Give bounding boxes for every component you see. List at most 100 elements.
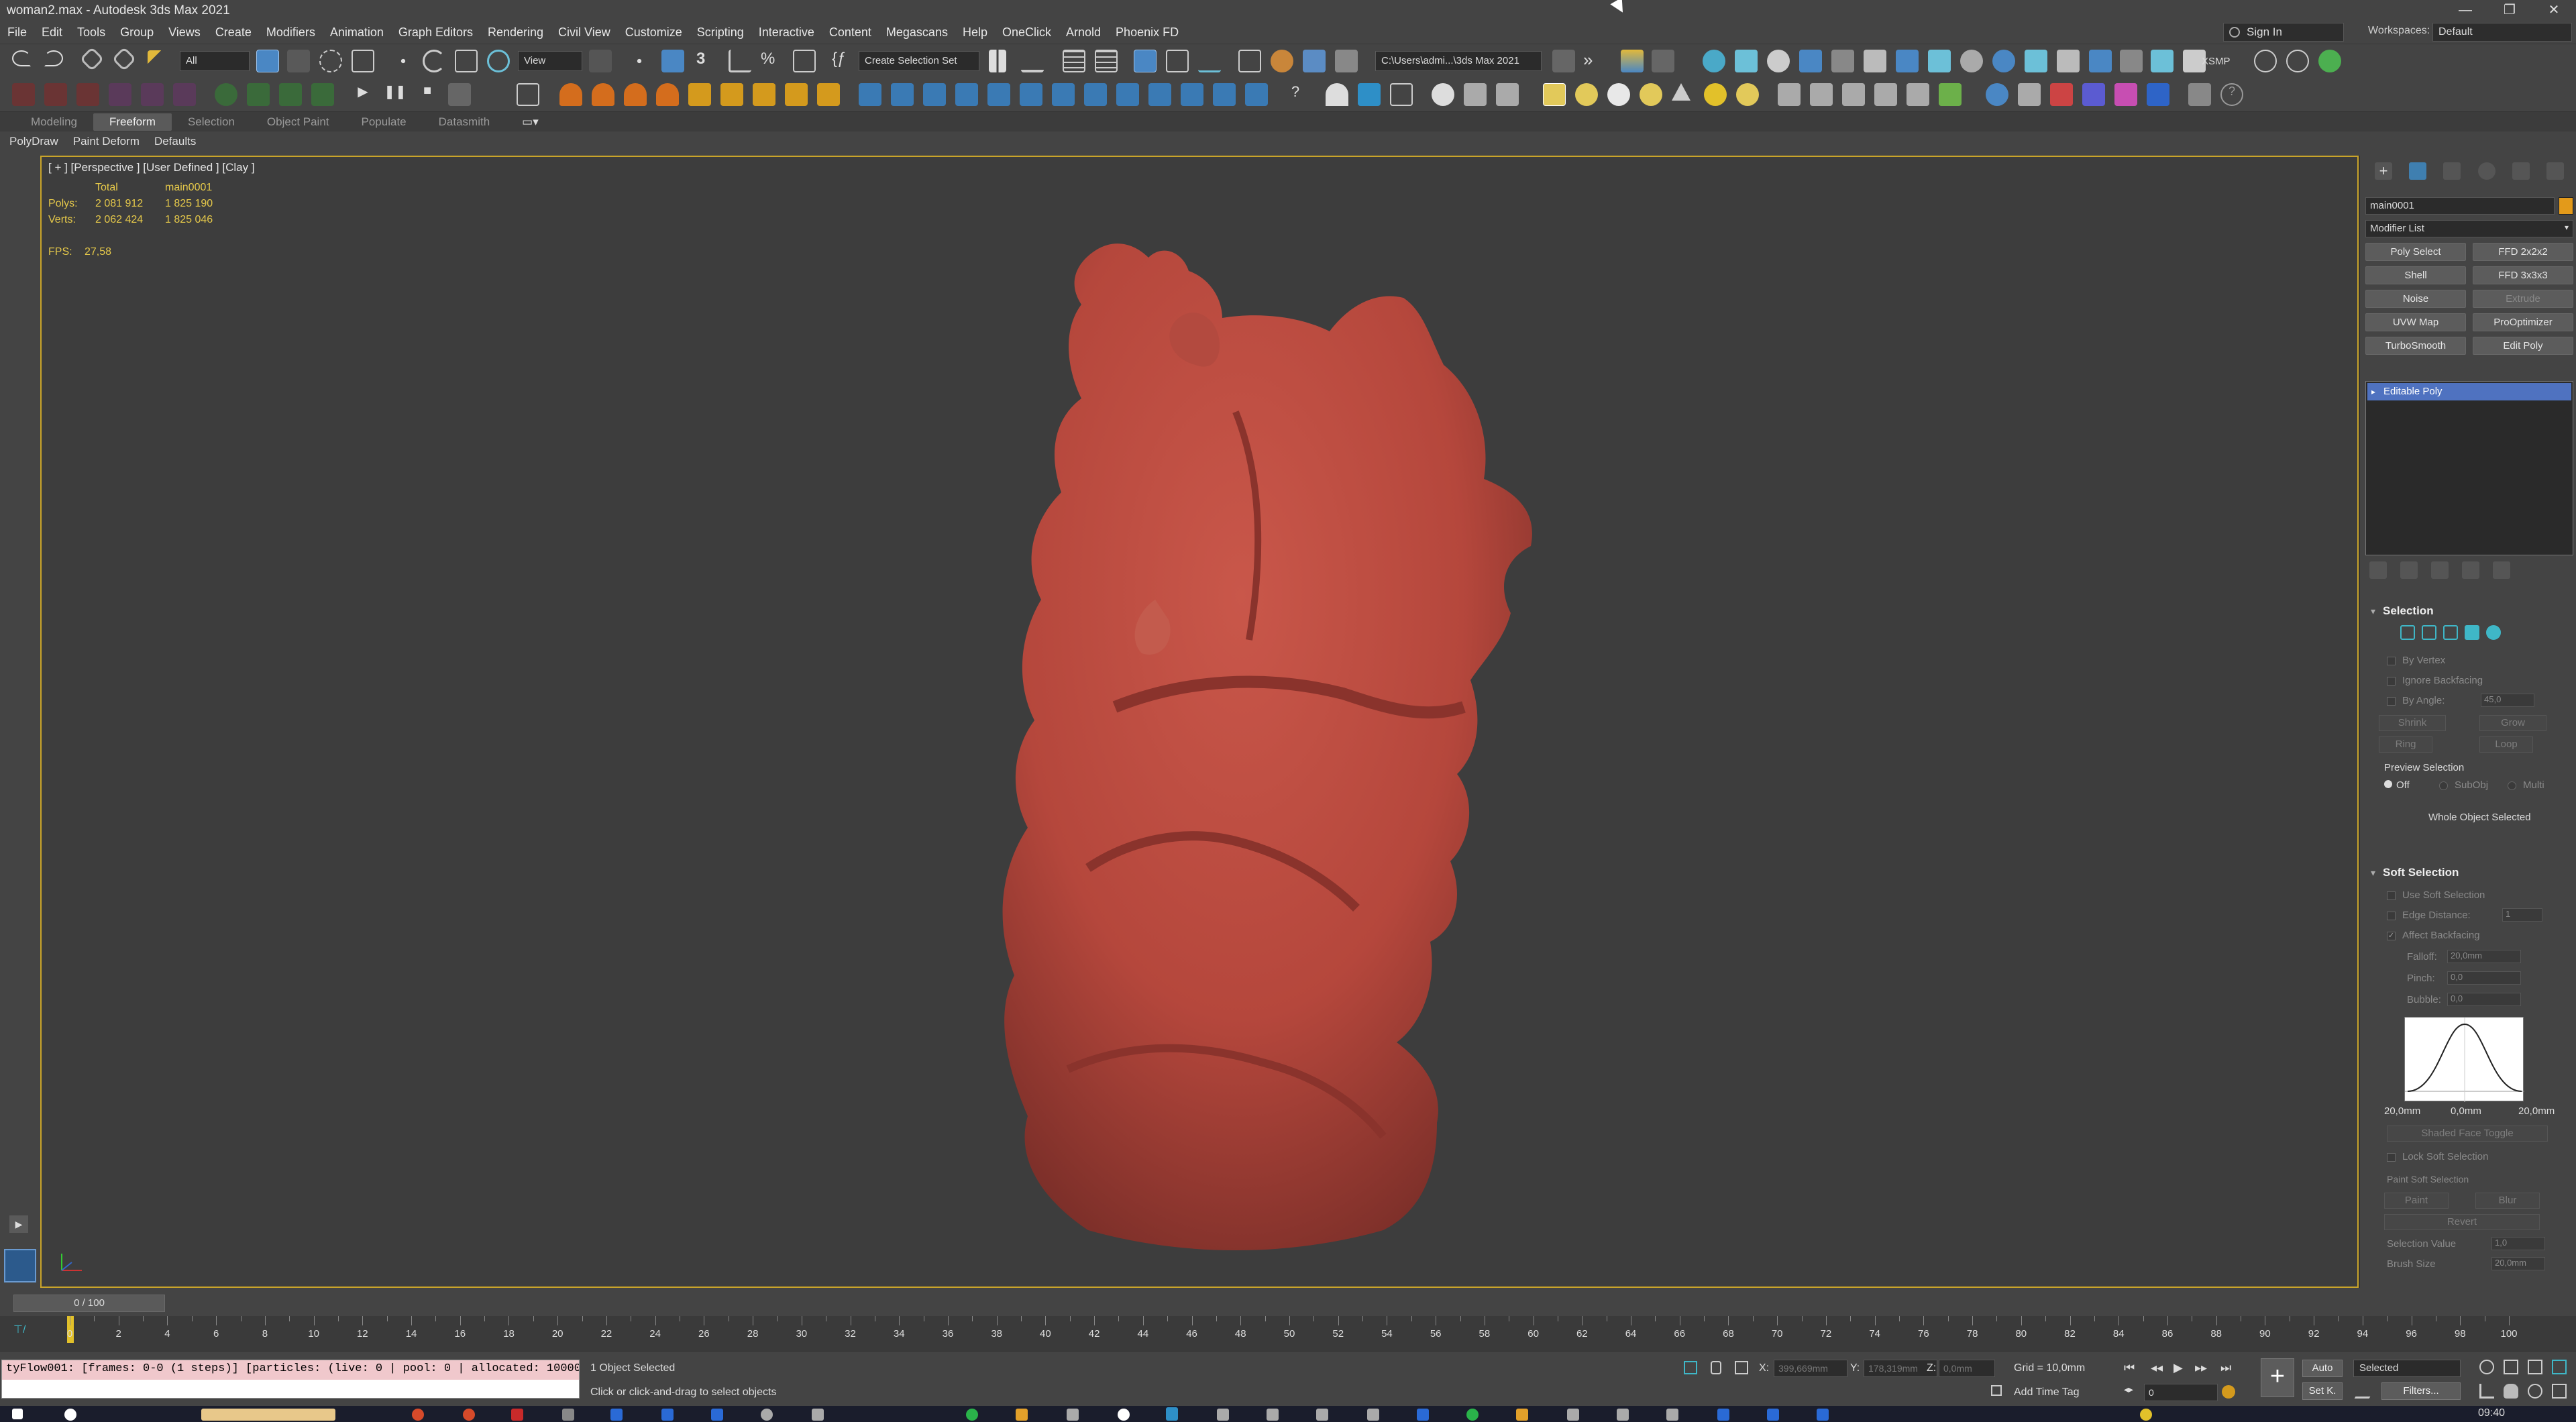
next-frame-icon[interactable]: ▸▸: [2195, 1361, 2207, 1375]
grid-object-icon[interactable]: [1464, 83, 1487, 106]
project-folder-dropdown[interactable]: C:\Users\admi...\3ds Max 2021: [1375, 51, 1542, 71]
scale-snap-icon[interactable]: [279, 83, 302, 106]
viewport-layout-icon[interactable]: [4, 1249, 36, 1282]
stack-item-editable-poly[interactable]: ▸ Editable Poly: [2367, 383, 2571, 400]
menu-phoenix-fd[interactable]: Phoenix FD: [1108, 25, 1186, 40]
tray-icon[interactable]: [2140, 1409, 2152, 1421]
move-icon[interactable]: [392, 50, 415, 72]
preview-icon[interactable]: [1358, 83, 1381, 106]
info-icon[interactable]: ?: [2220, 83, 2243, 106]
window-crossing-icon[interactable]: [352, 50, 374, 72]
tyflow-icon-4[interactable]: [1213, 83, 1236, 106]
by-vertex-checkbox[interactable]: By Vertex: [2387, 655, 2445, 666]
ring-button[interactable]: Ring: [2379, 736, 2432, 753]
ffd-2x2x2-button[interactable]: FFD 2x2x2: [2473, 243, 2573, 261]
pinch-spinner[interactable]: 0,0: [2447, 971, 2521, 985]
app-icon-21[interactable]: [1516, 1409, 1528, 1421]
overflow-icon[interactable]: »: [1583, 50, 1606, 72]
edge-distance-checkbox[interactable]: Edge Distance:: [2387, 910, 2471, 921]
ribbon-defaults[interactable]: Defaults: [154, 135, 211, 148]
scatter-icon[interactable]: [1842, 83, 1865, 106]
reference-coordinate-dropdown[interactable]: View: [518, 51, 582, 71]
ribbon-options-icon[interactable]: ▭▾: [506, 113, 555, 131]
select-object-icon[interactable]: [256, 50, 279, 72]
default-in-out-tangents-icon[interactable]: [2354, 1384, 2378, 1399]
shader-icon[interactable]: [2082, 83, 2105, 106]
proxy-icon[interactable]: [1928, 50, 1951, 72]
by-angle-spinner[interactable]: 45,0: [2481, 694, 2534, 707]
snaps-toggle-icon[interactable]: 3: [696, 50, 719, 72]
phoenix-smoke-icon[interactable]: [592, 83, 614, 106]
teapot-primitive-icon[interactable]: [1640, 83, 1662, 106]
ribbon-polydraw[interactable]: PolyDraw: [9, 135, 73, 148]
falloff-spinner[interactable]: 20,0mm: [2447, 950, 2521, 963]
mass-fx-icon[interactable]: [44, 83, 67, 106]
menu-create[interactable]: Create: [208, 25, 259, 40]
tyflow-slicer-icon[interactable]: [1084, 83, 1107, 106]
modifier-list-dropdown[interactable]: Modifier List ▾: [2365, 220, 2573, 237]
tab-datasmith[interactable]: Datasmith: [423, 113, 506, 131]
select-manipulate-icon[interactable]: [628, 50, 651, 72]
blur-button[interactable]: Blur: [2475, 1193, 2540, 1209]
phoenix-fire-icon[interactable]: [559, 83, 582, 106]
sun-primitive-icon[interactable]: [1704, 83, 1727, 106]
go-to-start-icon[interactable]: ⏮: [2124, 1361, 2135, 1375]
tyflow-selector-icon[interactable]: [1116, 83, 1139, 106]
cone-primitive-icon[interactable]: [1672, 83, 1690, 101]
selection-filter-dropdown[interactable]: All: [180, 51, 250, 71]
poly-select-button[interactable]: Poly Select: [2365, 243, 2466, 261]
track-bar[interactable]: ⊤/ 0 2 4 6 8 10 12 14 16 18 20 22 24 26 28 30 32 34 36 38 40…: [0, 1316, 2576, 1351]
app-icon-25[interactable]: [1717, 1409, 1729, 1421]
lock-soft-selection-checkbox[interactable]: Lock Soft Selection: [2387, 1151, 2488, 1162]
rendered-frame-icon[interactable]: [1303, 50, 1326, 72]
menu-edit[interactable]: Edit: [34, 25, 70, 40]
frame-icon[interactable]: [1390, 83, 1413, 106]
restore-button[interactable]: ❐: [2487, 0, 2532, 21]
zoom-all-icon[interactable]: [2504, 1360, 2518, 1374]
set-key-button[interactable]: Set K.: [2302, 1382, 2343, 1400]
cloth-icon[interactable]: [109, 83, 131, 106]
paint-button[interactable]: Paint: [2384, 1193, 2449, 1209]
configure-modifier-sets-icon[interactable]: [2493, 561, 2510, 579]
render-production-icon[interactable]: [1335, 50, 1358, 72]
menu-help[interactable]: Help: [955, 25, 995, 40]
tab-populate[interactable]: Populate: [345, 113, 423, 131]
app-icon-13[interactable]: [1118, 1409, 1130, 1421]
phoenix-particle-icon[interactable]: [785, 83, 808, 106]
torus-primitive-icon[interactable]: [1736, 83, 1759, 106]
sun-icon[interactable]: [1735, 50, 1758, 72]
time-tag-icon[interactable]: [1991, 1385, 2002, 1396]
menu-oneclick[interactable]: OneClick: [995, 25, 1059, 40]
shrink-button[interactable]: Shrink: [2379, 715, 2446, 731]
use-soft-selection-checkbox[interactable]: Use Soft Selection: [2387, 889, 2485, 901]
orbit-icon[interactable]: [2528, 1384, 2542, 1399]
menu-civil-view[interactable]: Civil View: [551, 25, 618, 40]
mirror-icon[interactable]: [989, 50, 1006, 72]
link-object-icon[interactable]: [2018, 83, 2041, 106]
noise-button[interactable]: Noise: [2365, 290, 2466, 308]
affect-backfacing-checkbox[interactable]: ✓ Affect Backfacing: [2387, 930, 2480, 941]
percent-snap-icon[interactable]: %: [761, 50, 784, 72]
shaded-face-toggle-button[interactable]: Shaded Face Toggle: [2387, 1126, 2548, 1142]
app-icon-20[interactable]: [1466, 1409, 1479, 1421]
hair-icon[interactable]: [1778, 83, 1801, 106]
edit-poly-button[interactable]: Edit Poly: [2473, 337, 2573, 355]
ribbon-paint-deform[interactable]: Paint Deform: [73, 135, 154, 148]
vray-icon[interactable]: [1621, 50, 1644, 72]
sphere-primitive-icon[interactable]: [1575, 83, 1598, 106]
play-simulation-icon[interactable]: ▶: [352, 83, 374, 106]
menu-tools[interactable]: Tools: [70, 25, 113, 40]
vray-frame-buffer-icon[interactable]: [1652, 50, 1674, 72]
menu-modifiers[interactable]: Modifiers: [259, 25, 323, 40]
go-to-end-icon[interactable]: ⏭: [2220, 1361, 2231, 1375]
plane-icon[interactable]: [2025, 50, 2047, 72]
app-icon-3[interactable]: [511, 1409, 523, 1421]
tyflow-icon[interactable]: [859, 83, 881, 106]
schematic-view-icon[interactable]: [1198, 50, 1221, 72]
app-icon-7[interactable]: [711, 1409, 723, 1421]
menu-customize[interactable]: Customize: [618, 25, 690, 40]
menu-group[interactable]: Group: [113, 25, 161, 40]
app-icon-8[interactable]: [761, 1409, 773, 1421]
app-icon-5[interactable]: [610, 1409, 623, 1421]
z-coordinate-field[interactable]: 0,0mm: [1939, 1360, 1995, 1377]
